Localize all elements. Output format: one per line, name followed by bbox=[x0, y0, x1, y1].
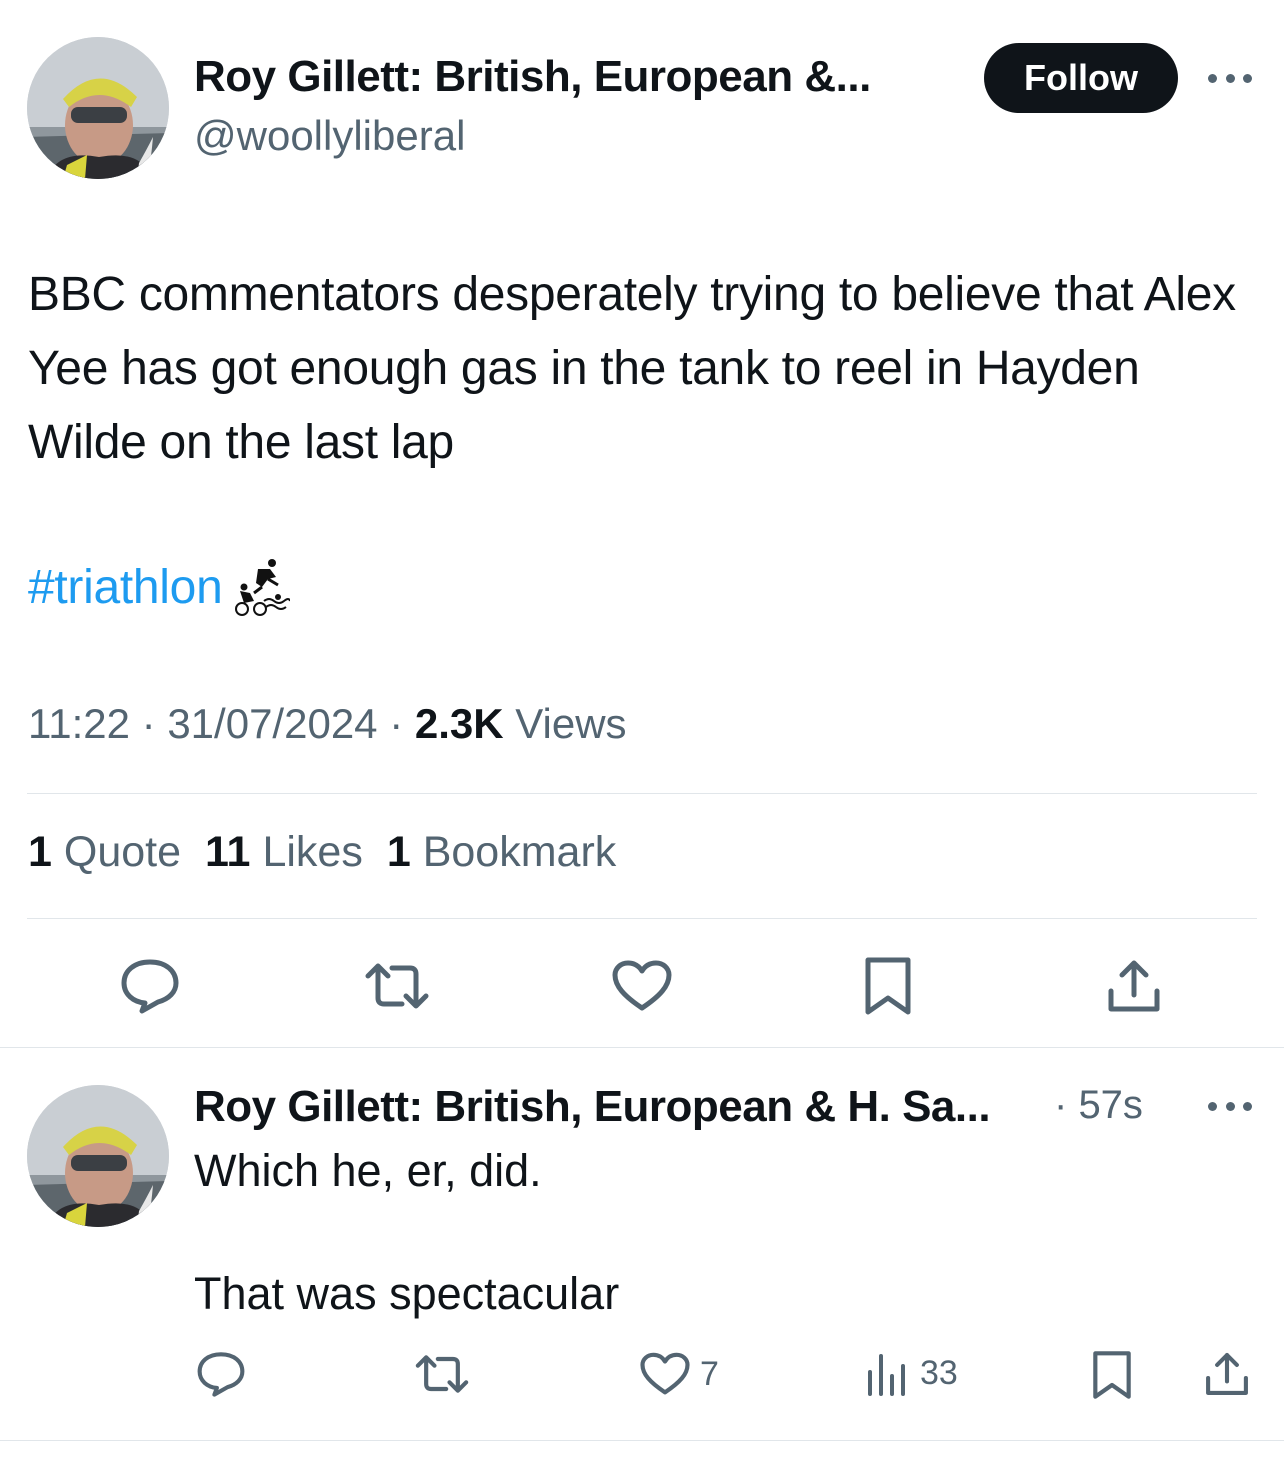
reply-author-avatar[interactable] bbox=[27, 1085, 169, 1227]
more-options-icon[interactable] bbox=[1208, 71, 1252, 85]
reply-icon bbox=[197, 1352, 245, 1397]
retweet-icon bbox=[415, 1355, 469, 1393]
reply-likes-count: 7 bbox=[700, 1354, 719, 1393]
bookmark-icon bbox=[1093, 1351, 1131, 1399]
bookmarks-count: 1 bbox=[386, 828, 411, 876]
views-count: 2.3K bbox=[414, 700, 504, 747]
reply-views-button[interactable]: 33 bbox=[866, 1350, 958, 1396]
meta-separator: · bbox=[141, 700, 168, 747]
reply-share-button[interactable] bbox=[1204, 1350, 1250, 1398]
quotes-count: 1 bbox=[28, 828, 52, 876]
tweet-text: BBC commentators desperately trying to b… bbox=[28, 268, 1236, 469]
author-avatar[interactable] bbox=[27, 37, 169, 179]
likes-stat[interactable]: 11 Likes bbox=[205, 828, 363, 877]
reply-text-line-2: That was spectacular bbox=[194, 1268, 620, 1319]
tweet-time[interactable]: 11:22 bbox=[28, 700, 130, 747]
reply-more-options-icon[interactable] bbox=[1208, 1099, 1252, 1113]
engagement-stats: 1 Quote 11 Likes 1 Bookmark bbox=[28, 828, 616, 877]
bookmarks-stat[interactable]: 1 Bookmark bbox=[387, 828, 616, 877]
reply-time-value: 57s bbox=[1078, 1083, 1143, 1127]
reply-views-count: 33 bbox=[920, 1353, 958, 1392]
author-handle[interactable]: @woollyliberal bbox=[194, 112, 465, 160]
divider bbox=[27, 793, 1257, 794]
reply-text-line-1: Which he, er, did. bbox=[194, 1145, 542, 1196]
like-icon bbox=[640, 1352, 690, 1395]
divider bbox=[0, 1047, 1284, 1048]
likes-label: Likes bbox=[262, 828, 363, 876]
reply-reply-button[interactable] bbox=[196, 1351, 246, 1397]
like-icon[interactable] bbox=[612, 960, 672, 1012]
bookmark-icon[interactable] bbox=[864, 956, 912, 1016]
quotes-label: Quote bbox=[63, 828, 182, 876]
reply-time-ago[interactable]: · 57s bbox=[1054, 1083, 1143, 1128]
hashtag-link[interactable]: #triathlon bbox=[28, 560, 223, 615]
analytics-icon bbox=[868, 1354, 905, 1396]
hashtag-line: #triathlon bbox=[28, 550, 291, 624]
divider bbox=[0, 1440, 1284, 1441]
tweet-meta: 11:22 · 31/07/2024 · 2.3K Views bbox=[28, 700, 627, 748]
reply-bookmark-button[interactable] bbox=[1092, 1350, 1132, 1400]
triathlon-emoji-icon bbox=[235, 559, 291, 616]
divider bbox=[27, 918, 1257, 919]
likes-count: 11 bbox=[205, 828, 251, 876]
retweet-icon[interactable] bbox=[364, 962, 430, 1010]
meta-separator: · bbox=[389, 700, 415, 747]
reply-retweet-button[interactable] bbox=[414, 1354, 470, 1394]
reply-author-name[interactable]: Roy Gillett: British, European & H. Sa..… bbox=[194, 1082, 991, 1132]
views-label: Views bbox=[515, 700, 627, 747]
quotes-stat[interactable]: 1 Quote bbox=[28, 828, 181, 877]
follow-button[interactable]: Follow bbox=[984, 43, 1178, 113]
share-icon[interactable] bbox=[1106, 957, 1162, 1015]
reply-like-button[interactable]: 7 bbox=[640, 1352, 719, 1396]
share-icon bbox=[1206, 1353, 1248, 1395]
bookmarks-label: Bookmark bbox=[422, 828, 617, 876]
reply-icon[interactable] bbox=[120, 958, 180, 1014]
tweet-date[interactable]: 31/07/2024 bbox=[167, 700, 377, 747]
author-name[interactable]: Roy Gillett: British, European &... bbox=[194, 52, 871, 102]
